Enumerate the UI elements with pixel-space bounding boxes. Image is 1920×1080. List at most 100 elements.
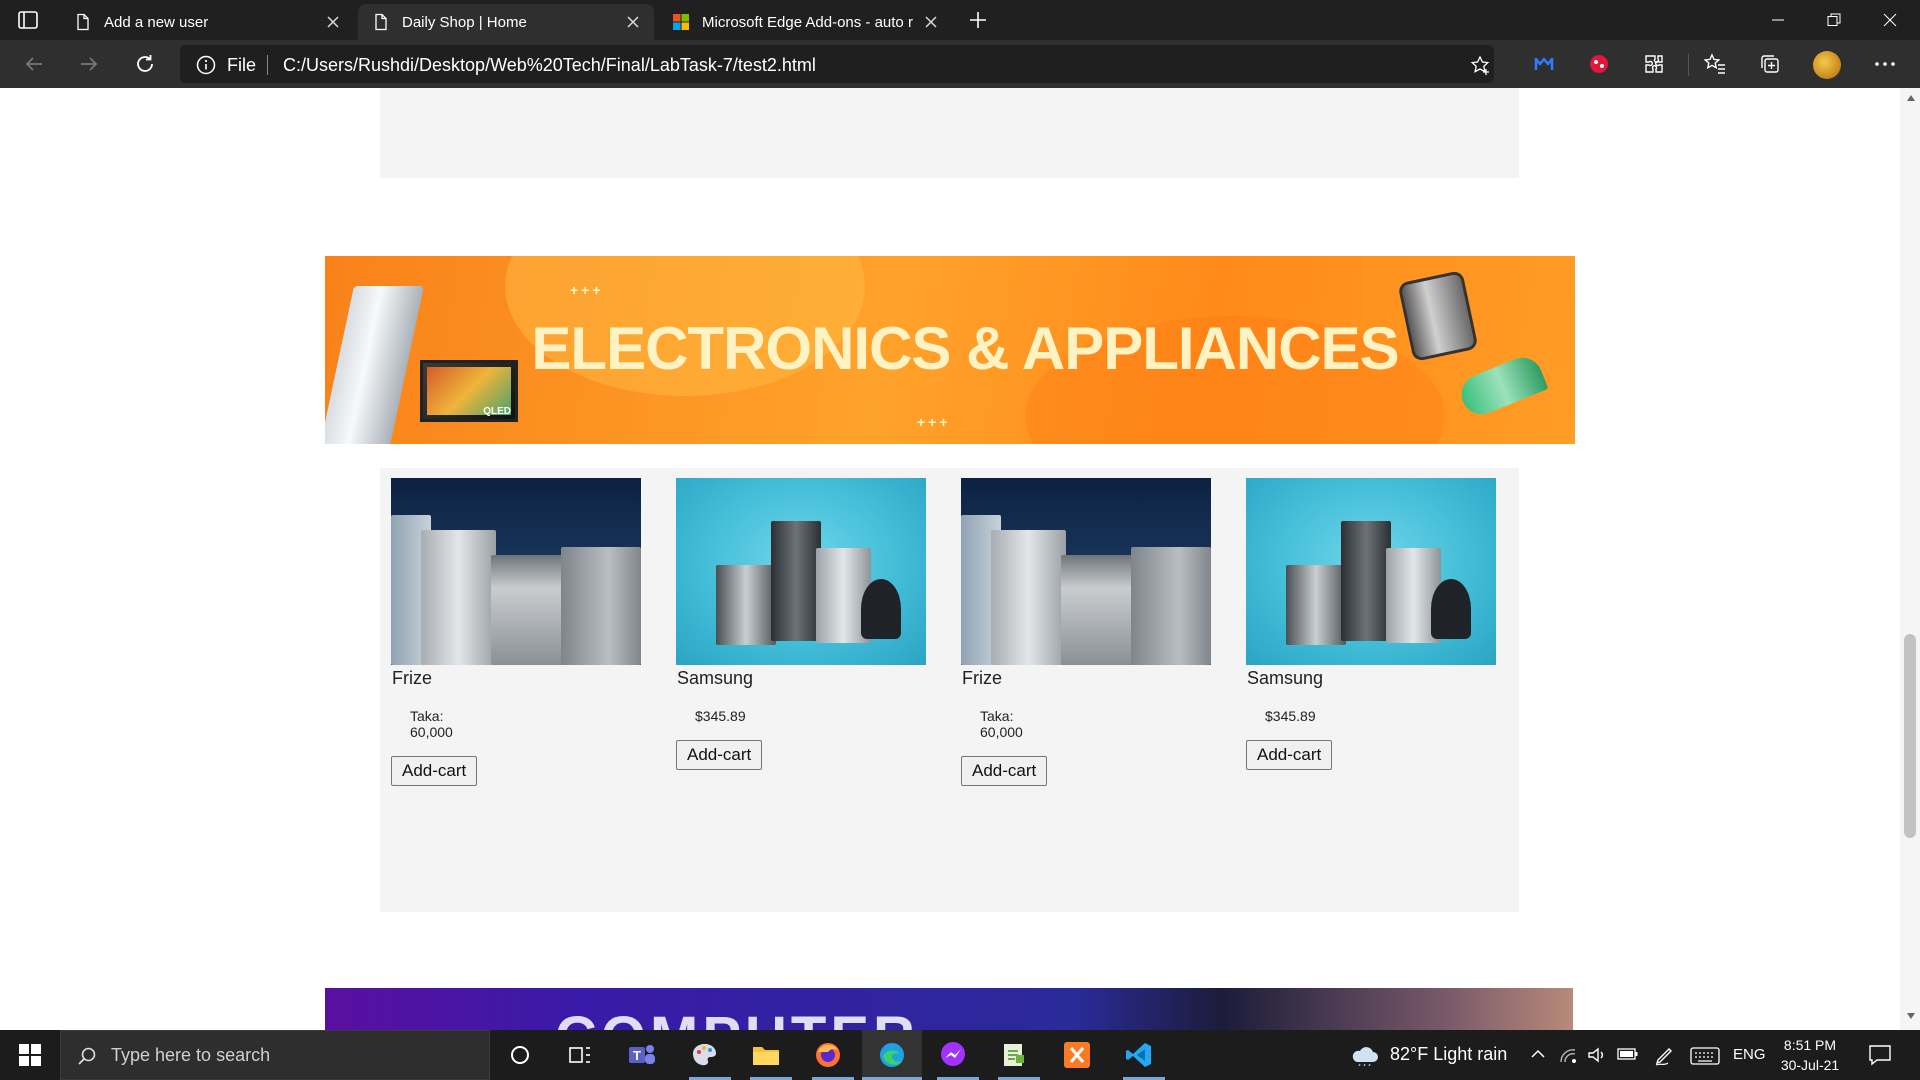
cortana-button[interactable] — [503, 1038, 537, 1072]
wifi-icon[interactable] — [1558, 1045, 1578, 1065]
appliance-shape — [771, 521, 821, 641]
vscode-button[interactable] — [1122, 1038, 1156, 1072]
add-cart-button[interactable]: Add-cart — [391, 756, 478, 786]
close-icon — [1883, 13, 1897, 27]
product-price: $345.89 — [1246, 708, 1496, 724]
page-viewport: QLED +++ +++ ELECTRONICS & APPLIANCES Fr… — [0, 88, 1900, 1030]
paint-button[interactable] — [688, 1038, 722, 1072]
chevron-up-icon[interactable] — [1530, 1046, 1546, 1062]
clock-date: 30-Jul-21 — [1780, 1057, 1840, 1073]
more-options-icon[interactable] — [1870, 52, 1900, 76]
product-card: Frize Taka: 60,000 Add-cart — [961, 478, 1211, 786]
notepad-button[interactable] — [997, 1038, 1031, 1072]
appliance-shape — [1061, 555, 1133, 665]
product-card: Frize Taka: 60,000 Add-cart — [391, 478, 641, 786]
language-indicator[interactable]: ENG — [1733, 1046, 1766, 1063]
edge-button[interactable] — [875, 1038, 909, 1072]
product-grid: Frize Taka: 60,000 Add-cart Samsung $345… — [380, 468, 1519, 912]
url-text[interactable]: C:/Users/Rushdi/Desktop/Web%20Tech/Final… — [283, 55, 816, 76]
close-icon[interactable] — [922, 13, 940, 31]
start-button[interactable] — [0, 1030, 60, 1080]
task-view-icon — [569, 1047, 590, 1063]
refresh-icon[interactable] — [131, 50, 159, 78]
price-label: Taka: — [410, 708, 444, 724]
search-icon — [78, 1047, 96, 1065]
taskbar-search[interactable]: Type here to search — [60, 1030, 490, 1080]
notifications-icon[interactable] — [1868, 1044, 1892, 1066]
page-icon — [375, 13, 387, 31]
new-tab-icon[interactable] — [966, 8, 990, 32]
page-icon — [77, 13, 89, 31]
product-card: Samsung $345.89 Add-cart — [1246, 478, 1496, 770]
pen-icon[interactable] — [1653, 1045, 1675, 1067]
extension-red-icon[interactable] — [1587, 52, 1611, 76]
close-icon[interactable] — [324, 13, 342, 31]
product-name: Samsung — [1247, 668, 1324, 688]
price-value: $345.89 — [1265, 708, 1316, 724]
volume-icon[interactable] — [1586, 1045, 1606, 1065]
vertical-scrollbar[interactable] — [1900, 88, 1920, 1030]
tab-edge-addons[interactable]: Microsoft Edge Add-ons - auto r — [658, 4, 952, 40]
tab-add-user[interactable]: Add a new user — [60, 4, 354, 40]
sparkle-decoration: +++ — [917, 414, 951, 430]
price-label: Taka: — [980, 708, 1014, 724]
tab-title: Add a new user — [104, 13, 209, 31]
weather-text[interactable]: 82°F Light rain — [1390, 1044, 1507, 1065]
minimize-button[interactable] — [1750, 0, 1806, 40]
file-explorer-button[interactable] — [749, 1038, 783, 1072]
product-name: Frize — [392, 668, 432, 688]
appliance-shape — [1131, 547, 1211, 665]
appliance-shape — [1341, 521, 1391, 641]
product-name: Frize — [962, 668, 1002, 688]
back-arrow-icon[interactable] — [20, 50, 48, 78]
product-card: Samsung $345.89 Add-cart — [676, 478, 926, 770]
keyboard-icon[interactable] — [1690, 1047, 1720, 1065]
favorites-icon[interactable] — [1703, 52, 1727, 76]
collections-icon[interactable] — [1758, 52, 1782, 76]
browser-toolbar: File C:/Users/Rushdi/Desktop/Web%20Tech/… — [0, 40, 1920, 88]
battery-icon[interactable] — [1617, 1047, 1639, 1061]
add-cart-button[interactable]: Add-cart — [961, 756, 1048, 786]
info-icon[interactable] — [196, 55, 216, 75]
extension-m-icon[interactable] — [1532, 52, 1556, 76]
product-image[interactable] — [676, 478, 926, 665]
scheme-label: File — [227, 55, 257, 75]
divider — [267, 55, 268, 75]
weather-cloud-icon[interactable] — [1350, 1044, 1378, 1066]
add-cart-button[interactable]: Add-cart — [676, 740, 763, 770]
close-window-button[interactable] — [1862, 0, 1918, 40]
tab-actions-icon[interactable] — [16, 8, 40, 32]
firefox-button[interactable] — [811, 1038, 845, 1072]
teams-button[interactable]: T — [625, 1038, 659, 1072]
close-icon[interactable] — [624, 13, 642, 31]
product-image[interactable] — [391, 478, 641, 665]
add-favorite-icon[interactable] — [1470, 55, 1492, 77]
system-clock[interactable]: 8:51 PM 30-Jul-21 — [1770, 1035, 1850, 1075]
scroll-up-icon[interactable] — [1906, 94, 1916, 102]
messenger-button[interactable] — [936, 1038, 970, 1072]
restore-button[interactable] — [1806, 0, 1862, 40]
product-image[interactable] — [1246, 478, 1496, 665]
tab-title: Daily Shop | Home — [402, 13, 527, 31]
extensions-icon[interactable] — [1642, 52, 1666, 76]
appliance-shape — [861, 579, 901, 639]
appliance-shape — [716, 565, 776, 645]
previous-product-section — [380, 88, 1519, 178]
scrollbar-thumb[interactable] — [1904, 634, 1916, 838]
xampp-button[interactable] — [1060, 1038, 1094, 1072]
product-image[interactable] — [961, 478, 1211, 665]
windows-taskbar: Type here to search T 82°F Light rain EN… — [0, 1030, 1920, 1080]
forward-arrow-icon[interactable] — [75, 50, 103, 78]
sparkle-decoration: +++ — [570, 282, 604, 298]
tab-daily-shop[interactable]: Daily Shop | Home — [358, 4, 654, 40]
product-name: Samsung — [677, 668, 754, 688]
product-price: $345.89 — [676, 708, 926, 724]
appliance-shape — [421, 530, 496, 665]
scroll-down-icon[interactable] — [1906, 1012, 1916, 1020]
price-value: $345.89 — [695, 708, 746, 724]
task-view-button[interactable] — [563, 1038, 597, 1072]
address-bar[interactable]: File C:/Users/Rushdi/Desktop/Web%20Tech/… — [180, 45, 1494, 83]
profile-avatar[interactable] — [1813, 51, 1841, 79]
add-cart-button[interactable]: Add-cart — [1246, 740, 1333, 770]
price-value: 60,000 — [410, 724, 453, 740]
